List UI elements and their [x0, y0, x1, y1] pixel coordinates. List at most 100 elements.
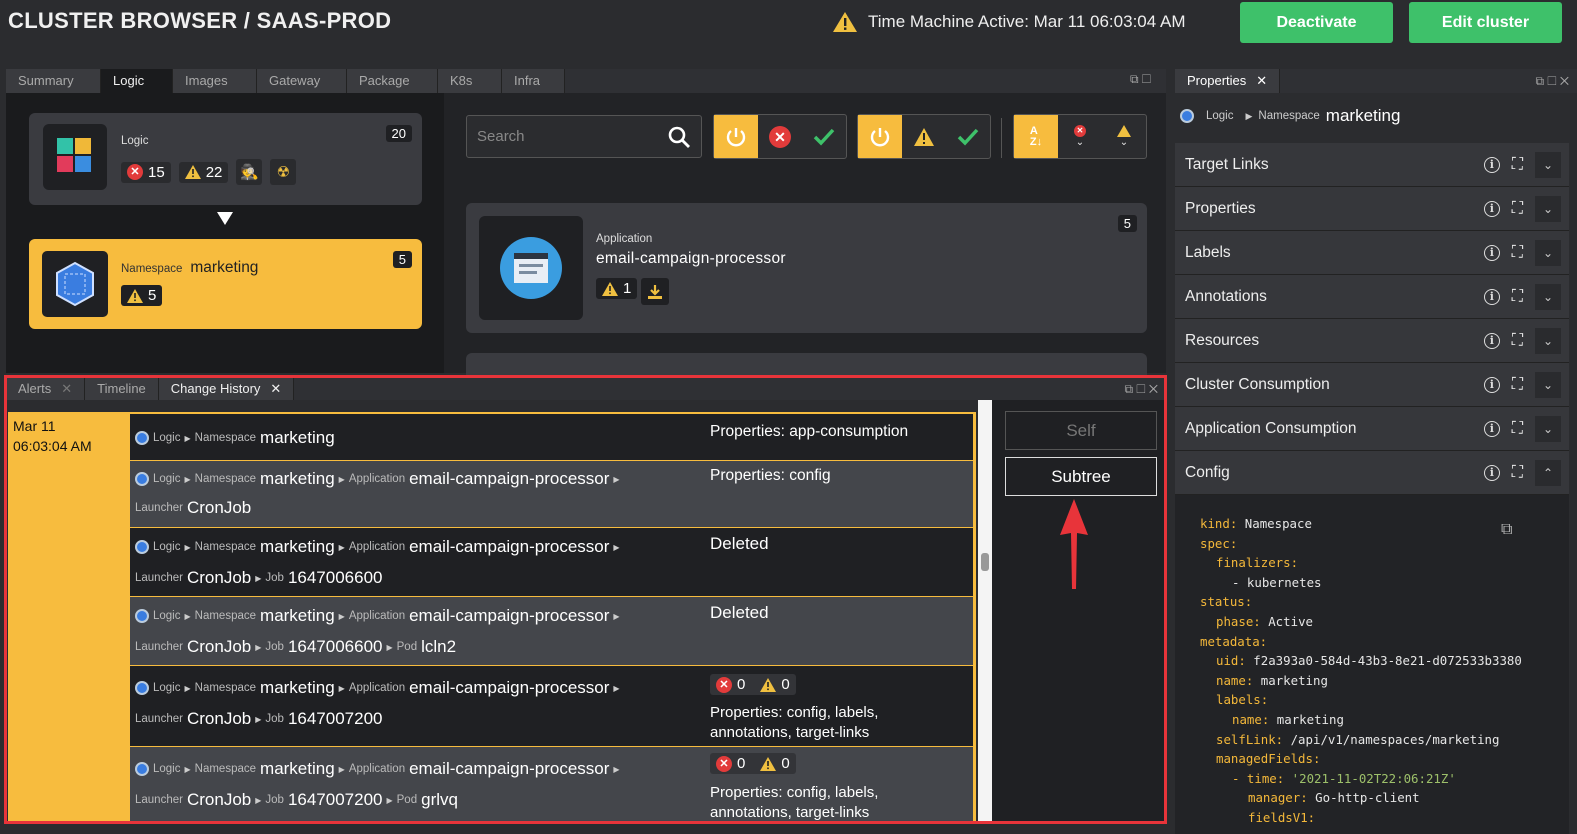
chevron-down-icon[interactable]: ⌄	[1535, 328, 1561, 354]
history-row[interactable]: Logic ▶ Namespace marketing Properties: app…	[130, 414, 973, 460]
search-icon[interactable]	[667, 125, 691, 149]
tab-package[interactable]: Package	[347, 69, 438, 93]
info-icon[interactable]: i	[1483, 465, 1500, 481]
section-label: Annotations	[1185, 287, 1267, 305]
info-icon[interactable]: i	[1483, 421, 1500, 437]
namespace-name: marketing	[190, 259, 259, 276]
breadcrumb-logic[interactable]: Logic	[1206, 110, 1234, 122]
history-row[interactable]: Logic ▶ Namespace marketing ▶ Application emai…	[130, 666, 973, 746]
info-icon[interactable]: i	[1483, 377, 1500, 393]
expand-icon[interactable]: ⛶	[1512, 464, 1523, 482]
sort-warnings-icon[interactable]: ⌄	[1102, 115, 1146, 158]
tab-alerts[interactable]: Alerts ✕	[6, 378, 86, 400]
search-input[interactable]: Search	[466, 115, 702, 158]
pointer-arrow-icon	[1060, 499, 1088, 589]
tab-k8s[interactable]: K8s	[438, 69, 502, 93]
tab-gateway[interactable]: Gateway	[257, 69, 347, 93]
yaml-line: uid: f2a393a0-584d-43b3-8e21-d072533b338…	[1190, 651, 1570, 671]
warning-icon	[760, 677, 777, 692]
section-resources[interactable]: Resources i ⛶ ⌄	[1175, 319, 1569, 363]
close-icon[interactable]: ✕	[61, 378, 72, 400]
warning-filter-icon[interactable]	[902, 115, 946, 158]
section-cluster-consumption[interactable]: Cluster Consumption i ⛶ ⌄	[1175, 363, 1569, 407]
section-target-links[interactable]: Target Links i ⛶ ⌄	[1175, 143, 1569, 187]
yaml-line: - kubernetes	[1190, 573, 1570, 593]
yaml-key: phase:	[1216, 613, 1261, 629]
expand-icon[interactable]: ⛶	[1512, 332, 1523, 350]
tab-change-history[interactable]: Change History ✕	[158, 378, 295, 400]
expand-icon[interactable]: ⛶	[1512, 156, 1523, 174]
history-row[interactable]: Logic ▶ Namespace marketing ▶ Application emai…	[130, 528, 973, 596]
chevron-up-icon[interactable]: ⌃	[1535, 460, 1561, 486]
history-row[interactable]: Logic ▶ Namespace marketing ▶ Application emai…	[130, 597, 973, 665]
info-icon[interactable]: i	[1483, 201, 1500, 217]
power-toggle-icon[interactable]	[714, 115, 758, 158]
check-filter-icon[interactable]	[946, 115, 990, 158]
chevron-down-icon[interactable]: ⌄	[1535, 416, 1561, 442]
yaml-key: name:	[1232, 711, 1270, 727]
chevron-down-icon[interactable]: ⌄	[1535, 152, 1561, 178]
tab-label: Properties	[1187, 73, 1247, 88]
tab-timeline[interactable]: Timeline	[85, 378, 159, 400]
check-filter-icon[interactable]	[802, 115, 846, 158]
expand-icon[interactable]: ⛶	[1512, 200, 1523, 218]
namespace-card[interactable]: Namespace marketing 5 5	[29, 239, 422, 329]
application-card[interactable]: Application email-campaign-processor 1 5	[466, 203, 1147, 333]
history-row[interactable]: Logic ▶ Namespace marketing ▶ Application emai…	[130, 747, 973, 824]
tab-logic[interactable]: Logic	[101, 69, 173, 93]
section-annotations[interactable]: Annotations i ⛶ ⌄	[1175, 275, 1569, 319]
expand-icon[interactable]: ⛶	[1512, 244, 1523, 262]
sort-errors-icon[interactable]: ✕ ⌄	[1058, 115, 1102, 158]
window-controls[interactable]: ⧉ ☐	[1130, 72, 1151, 87]
deactivate-button[interactable]: Deactivate	[1240, 2, 1393, 43]
history-change: Properties: config, labels,	[710, 784, 879, 801]
section-config[interactable]: Config i ⛶ ⌃	[1175, 451, 1569, 495]
history-change-2: annotations, target-links	[710, 724, 870, 741]
close-icon[interactable]: ✕	[1256, 69, 1267, 93]
window-controls[interactable]: ⧉ ☐ ✕	[1536, 69, 1577, 93]
section-labels[interactable]: Labels i ⛶ ⌄	[1175, 231, 1569, 275]
yaml-line: - time: '2021-11-02T22:06:21Z'	[1190, 769, 1570, 789]
info-icon[interactable]: i	[1483, 333, 1500, 349]
radiation-icon[interactable]: ☢	[270, 159, 297, 185]
info-icon[interactable]: i	[1483, 245, 1500, 261]
spy-icon[interactable]: 🕵	[236, 159, 263, 185]
scrollbar-thumb[interactable]	[981, 553, 989, 571]
tab-images[interactable]: Images	[173, 69, 257, 93]
expand-icon[interactable]: ⛶	[1512, 376, 1523, 394]
history-row[interactable]: Logic ▶ Namespace marketing ▶ Application emai…	[130, 461, 973, 527]
chevron-down-icon[interactable]: ⌄	[1535, 372, 1561, 398]
tab-infra[interactable]: Infra	[502, 69, 565, 93]
window-controls[interactable]: ⧉ ☐ ✕	[1125, 378, 1166, 400]
chevron-down-icon[interactable]: ⌄	[1535, 284, 1561, 310]
download-icon[interactable]	[641, 278, 669, 305]
yaml-line: finalizers:	[1190, 553, 1570, 573]
yaml-line: spec:	[1190, 534, 1570, 554]
yaml-value: marketing	[1269, 711, 1344, 727]
section-application-consumption[interactable]: Application Consumption i ⛶ ⌄	[1175, 407, 1569, 451]
tab-properties[interactable]: Properties ✕	[1175, 69, 1281, 93]
sort-az-icon[interactable]: A Z↓	[1014, 115, 1058, 158]
properties-tabs: Properties ✕ ⧉ ☐ ✕	[1175, 69, 1577, 93]
expand-icon[interactable]: ⛶	[1512, 288, 1523, 306]
power-toggle-icon[interactable]	[858, 115, 902, 158]
error-filter-icon[interactable]: ✕	[758, 115, 802, 158]
expand-icon[interactable]: ⛶	[1512, 420, 1523, 438]
edit-cluster-button[interactable]: Edit cluster	[1409, 2, 1562, 43]
yaml-value: marketing	[1253, 672, 1328, 688]
self-button[interactable]: Self	[1005, 411, 1157, 450]
logic-count-badge: 20	[385, 125, 412, 142]
yaml-value: f2a393a0-584d-43b3-8e21-d072533b3380	[1245, 653, 1522, 669]
copy-icon[interactable]: ⧉	[1501, 521, 1512, 539]
chevron-down-icon[interactable]: ⌄	[1535, 240, 1561, 266]
tab-summary[interactable]: Summary	[6, 69, 101, 93]
history-scrollbar[interactable]	[978, 400, 992, 824]
close-icon[interactable]: ✕	[270, 378, 281, 400]
info-icon[interactable]: i	[1483, 157, 1500, 173]
section-properties[interactable]: Properties i ⛶ ⌄	[1175, 187, 1569, 231]
logic-card[interactable]: Logic ✕ 15 22 🕵 ☢ 20	[29, 113, 422, 205]
subtree-button[interactable]: Subtree	[1005, 457, 1157, 496]
chevron-down-icon[interactable]: ⌄	[1535, 196, 1561, 222]
info-icon[interactable]: i	[1483, 289, 1500, 305]
application-card[interactable]	[466, 353, 1147, 378]
